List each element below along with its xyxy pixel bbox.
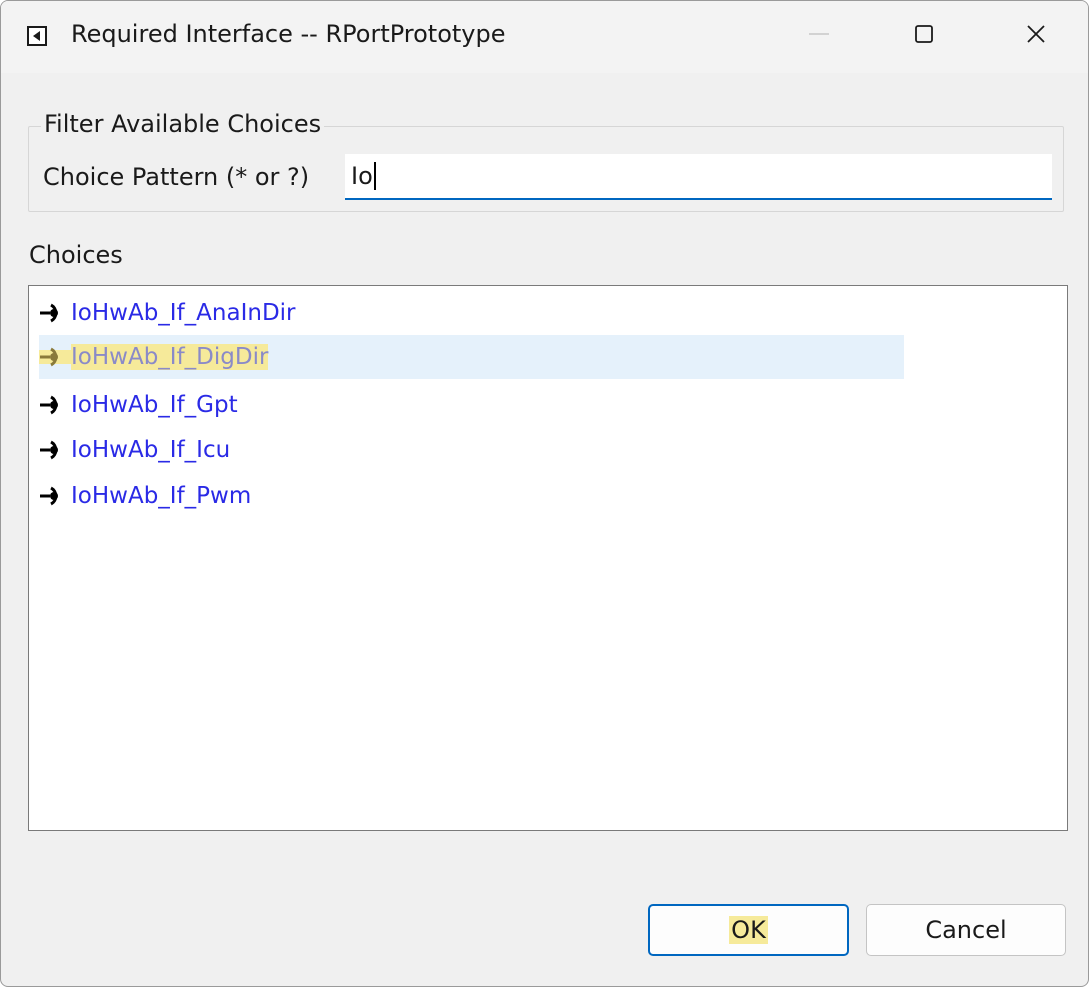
required-interface-icon: [40, 303, 58, 323]
list-item-label: IoHwAb_If_Pwm: [71, 483, 252, 509]
close-button[interactable]: [986, 1, 1086, 67]
dialog-window: Required Interface -- RPortPrototype Fil…: [0, 0, 1089, 987]
required-interface-icon: [40, 395, 58, 415]
cancel-button-label: Cancel: [925, 916, 1007, 944]
list-item[interactable]: IoHwAb_If_Gpt: [39, 383, 238, 427]
maximize-button[interactable]: [874, 1, 974, 67]
choice-pattern-input[interactable]: Io: [345, 154, 1052, 200]
filter-group-legend: Filter Available Choices: [41, 110, 325, 138]
ok-button-label: OK: [729, 916, 768, 944]
minimize-button[interactable]: [769, 1, 869, 67]
list-item-label: IoHwAb_If_Gpt: [71, 392, 238, 418]
list-item-label: IoHwAb_If_Icu: [71, 437, 231, 463]
choice-pattern-value: Io: [351, 162, 373, 190]
app-icon[interactable]: [27, 26, 47, 46]
ok-button[interactable]: OK: [648, 904, 849, 956]
required-interface-icon: [40, 486, 58, 506]
required-interface-icon: [39, 347, 71, 367]
title-bar[interactable]: Required Interface -- RPortPrototype: [1, 1, 1088, 73]
list-item-selected[interactable]: IoHwAb_If_DigDir: [39, 335, 904, 379]
cancel-button[interactable]: Cancel: [866, 904, 1066, 956]
list-item[interactable]: IoHwAb_If_AnaInDir: [39, 291, 296, 335]
maximize-icon: [915, 25, 933, 43]
list-item[interactable]: IoHwAb_If_Icu: [39, 428, 230, 472]
window-title: Required Interface -- RPortPrototype: [71, 20, 506, 48]
list-item-label: IoHwAb_If_DigDir: [71, 344, 269, 370]
choice-pattern-label: Choice Pattern (* or ?): [43, 163, 310, 191]
text-caret: [373, 162, 376, 190]
required-interface-icon: [40, 440, 58, 460]
minimize-icon: [809, 33, 829, 35]
list-item[interactable]: IoHwAb_If_Pwm: [39, 474, 251, 518]
close-icon: [1027, 25, 1045, 43]
list-item-label: IoHwAb_If_AnaInDir: [71, 300, 296, 326]
choices-label: Choices: [29, 241, 123, 269]
choices-list[interactable]: IoHwAb_If_AnaInDir IoHwAb_If_DigDir IoHw…: [28, 285, 1068, 831]
